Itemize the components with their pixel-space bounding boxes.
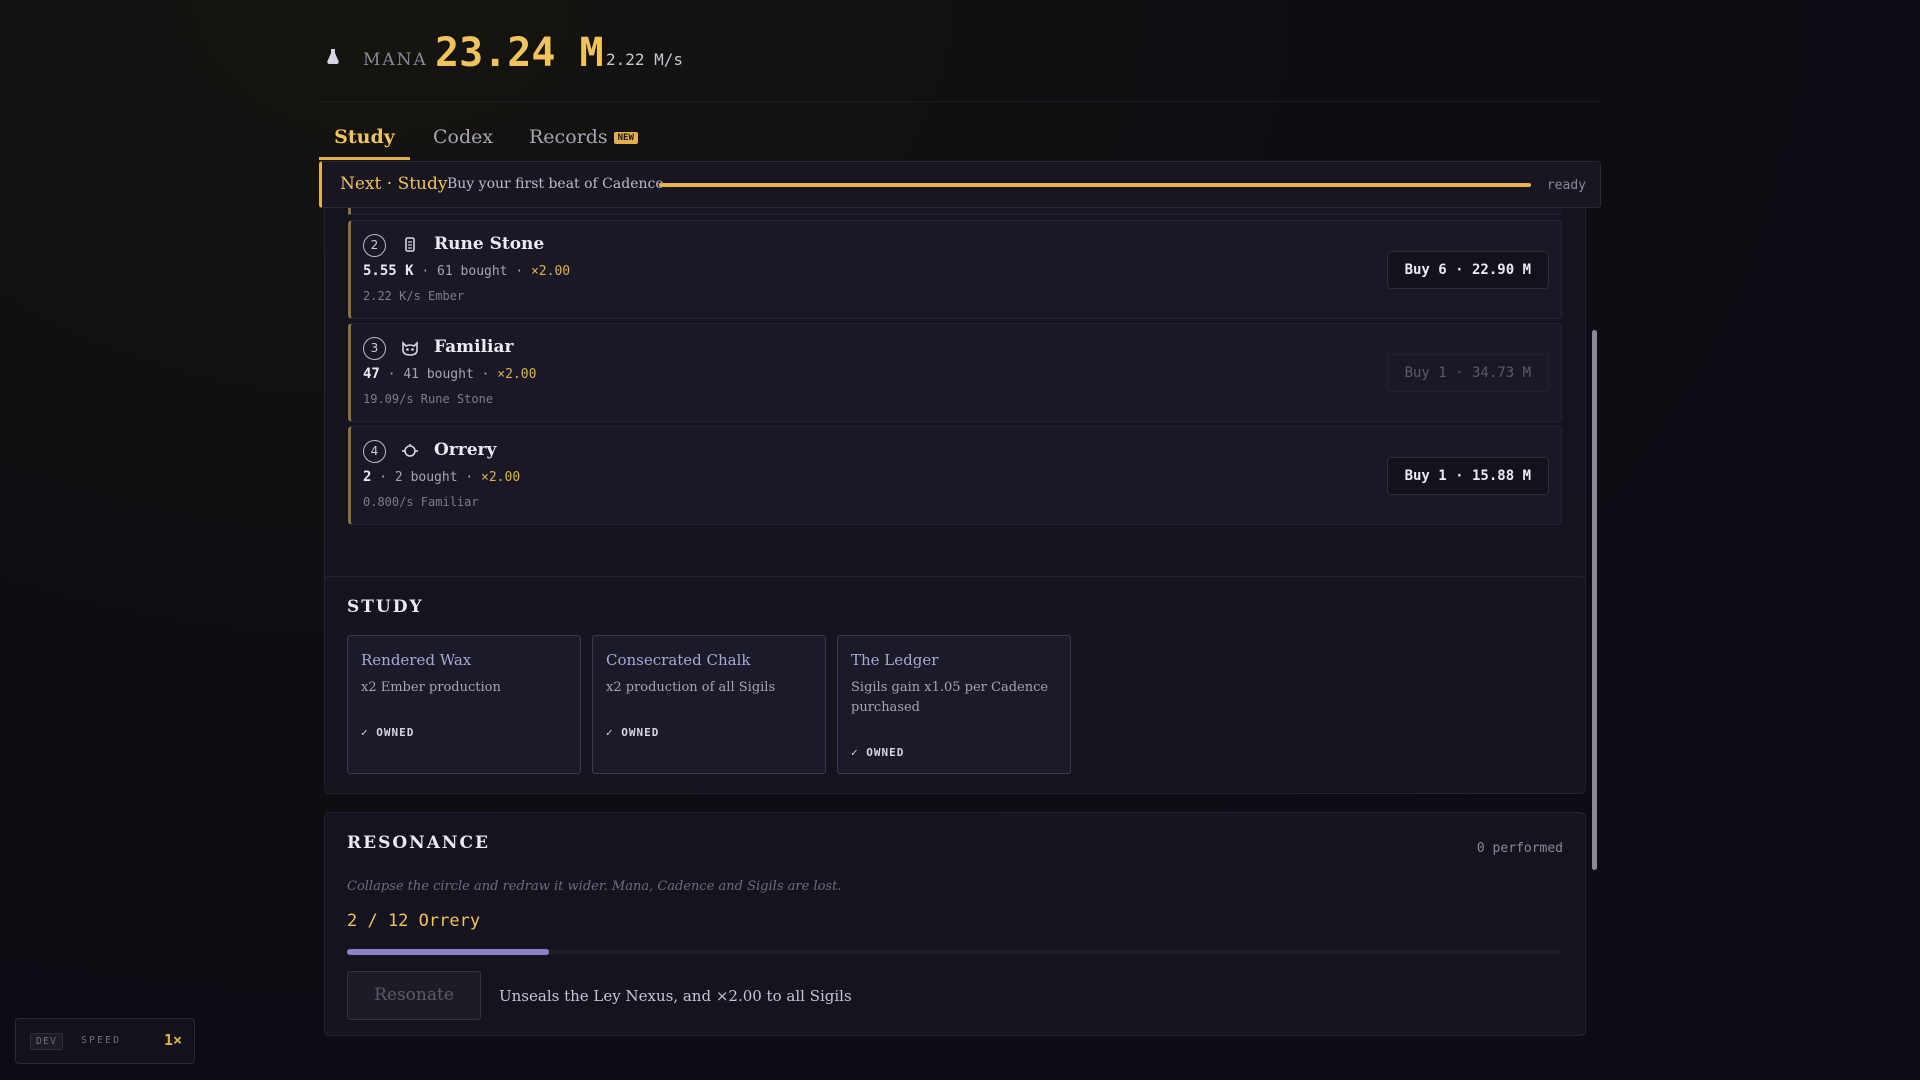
upgrade-description: x2 production of all Sigils <box>606 680 776 695</box>
tab-codex-label: Codex <box>433 126 494 148</box>
dev-speed-control[interactable]: DEV SPEED 1× <box>15 1018 195 1064</box>
upgrade-card-rendered-wax[interactable]: Rendered Wax x2 Ember production ✓ OWNED <box>347 635 581 774</box>
generator-stats: 5.55 K · 61 bought · ×2.00 <box>363 263 570 279</box>
next-goal-progress-fill <box>659 183 1531 187</box>
generator-card-partial <box>348 208 1562 215</box>
resonance-description: Collapse the circle and redraw it wider.… <box>347 879 842 894</box>
resource-header: MANA 23.24 M 2.22 M/s <box>319 28 1601 102</box>
generator-stats: 2 · 2 bought · ×2.00 <box>363 469 520 485</box>
resonance-panel: RESONANCE 0 performed Collapse the circl… <box>324 812 1586 1036</box>
resonance-progress-fill <box>347 949 550 955</box>
dev-tag: DEV <box>30 1033 64 1050</box>
tab-study-label: Study <box>334 126 395 148</box>
new-badge: NEW <box>613 132 638 144</box>
buy-familiar-button[interactable]: Buy 1 · 34.73 M <box>1386 354 1549 392</box>
generator-tier-badge: 2 <box>363 234 386 257</box>
generator-stats: 47 · 41 bought · ×2.00 <box>363 366 536 382</box>
next-goal-description: Buy your first beat of Cadence <box>447 176 664 192</box>
flask-icon <box>327 49 339 65</box>
tab-codex[interactable]: Codex <box>433 118 493 160</box>
generator-tier-badge: 4 <box>363 440 386 463</box>
upgrade-owned-status: ✓ OWNED <box>606 726 660 739</box>
upgrade-description: Sigils gain x1.05 per Cadence purchased <box>851 680 1049 715</box>
resonance-progress-track <box>347 949 1561 955</box>
generator-multiplier: ×2.00 <box>530 264 571 279</box>
upgrade-owned-status: ✓ OWNED <box>361 726 415 739</box>
generator-tier-badge: 3 <box>363 337 386 360</box>
mana-label: MANA <box>363 50 428 70</box>
scroll-area[interactable]: 2 Rune Stone 5.55 K · 61 bought · ×2.00 … <box>319 208 1601 1080</box>
generator-name: Familiar <box>434 337 514 357</box>
next-goal-title: Next · Study <box>340 174 448 194</box>
resonate-button[interactable]: Resonate <box>347 971 481 1020</box>
game-app: MANA 23.24 M 2.22 M/s Study Codex Record… <box>319 0 1601 1080</box>
generator-amount: 5.55 K <box>363 263 414 279</box>
resonance-title: RESONANCE <box>347 833 490 853</box>
next-goal-status: ready <box>1546 178 1586 193</box>
generator-familiar: 3 Familiar 47 · 41 bought · ×2.00 19.09/… <box>348 323 1562 422</box>
generator-amount: 47 <box>363 366 380 382</box>
resonance-effect: Unseals the Ley Nexus, and ×2.00 to all … <box>499 987 852 1005</box>
generator-name: Orrery <box>434 440 497 460</box>
mana-rate: 2.22 M/s <box>606 50 684 69</box>
generator-bought: · 61 bought · <box>421 264 524 279</box>
generator-rune-stone: 2 Rune Stone 5.55 K · 61 bought · ×2.00 … <box>348 220 1562 319</box>
generator-amount: 2 <box>363 469 372 485</box>
generator-multiplier: ×2.00 <box>481 470 521 485</box>
tab-study[interactable]: Study <box>319 118 410 160</box>
generator-orrery: 4 Orrery 2 · 2 bought · ×2.00 0.800/s Fa… <box>348 426 1562 525</box>
resonance-count: 0 performed <box>1476 841 1563 856</box>
generator-multiplier: ×2.00 <box>497 367 537 382</box>
upgrade-name: Consecrated Chalk <box>606 651 751 669</box>
generator-bought: · 41 bought · <box>387 367 490 382</box>
generator-rate: 19.09/s Rune Stone <box>363 392 494 406</box>
speed-label: SPEED <box>81 1035 122 1046</box>
upgrade-description: x2 Ember production <box>361 680 501 695</box>
rune-stone-icon <box>405 237 415 252</box>
mana-value: 23.24 M <box>435 30 604 76</box>
study-title: STUDY <box>347 597 424 617</box>
resonance-progress-text: 2 / 12 Orrery <box>347 911 481 931</box>
buy-rune-stone-button[interactable]: Buy 6 · 22.90 M <box>1386 251 1549 289</box>
study-panel: STUDY Rendered Wax x2 Ember production ✓… <box>324 576 1586 794</box>
next-goal-progress-track <box>659 183 1531 187</box>
tab-records-label: Records <box>529 126 608 148</box>
upgrade-owned-status: ✓ OWNED <box>851 746 905 759</box>
upgrade-name: Rendered Wax <box>361 651 472 669</box>
tab-records[interactable]: Records NEW <box>529 118 638 160</box>
generator-bought: · 2 bought · <box>379 470 474 485</box>
main-tabs: Study Codex Records NEW <box>319 118 1019 160</box>
next-goal-bar: Next · Study Buy your first beat of Cade… <box>319 161 1601 208</box>
generator-rate: 0.800/s Familiar <box>363 495 479 509</box>
upgrade-card-consecrated-chalk[interactable]: Consecrated Chalk x2 production of all S… <box>592 635 826 774</box>
orbit-icon <box>402 444 418 457</box>
cat-icon <box>402 341 418 356</box>
speed-value: 1× <box>163 1031 182 1049</box>
generator-name: Rune Stone <box>434 234 545 254</box>
buy-orrery-button[interactable]: Buy 1 · 15.88 M <box>1386 457 1549 495</box>
upgrade-name: The Ledger <box>851 651 939 669</box>
upgrade-card-the-ledger[interactable]: The Ledger Sigils gain x1.05 per Cadence… <box>837 635 1071 774</box>
scrollbar-thumb[interactable] <box>1592 330 1597 870</box>
generator-rate: 2.22 K/s Ember <box>363 289 465 303</box>
